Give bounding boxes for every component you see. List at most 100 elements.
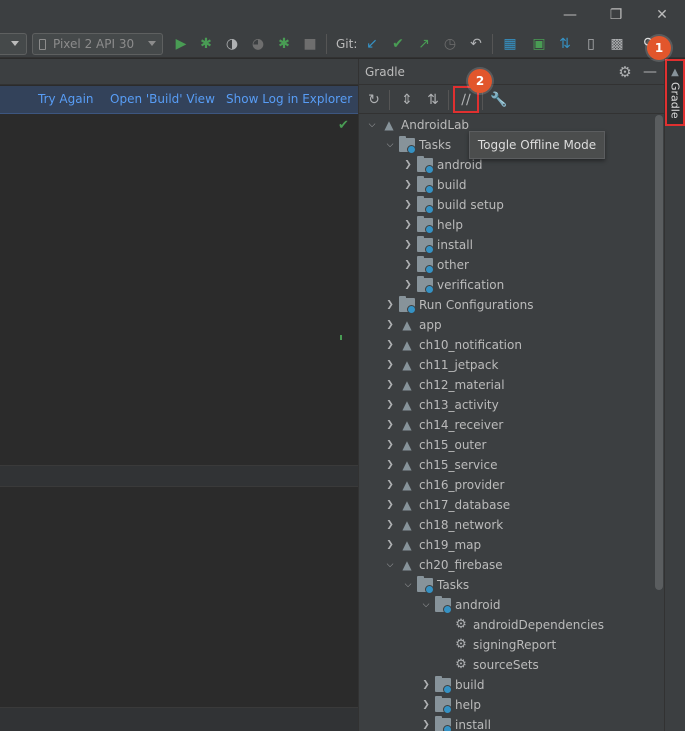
chevron-right-icon[interactable]: ❯ [383,400,397,410]
stop-icon[interactable]: ■ [299,33,321,55]
device-selector[interactable]: Pixel 2 API 30 [32,33,163,55]
chevron-right-icon[interactable]: ❯ [383,500,397,510]
chevron-right-icon[interactable]: ❯ [401,200,415,210]
chevron-down-icon[interactable]: ⌵ [365,120,379,130]
chevron-right-icon[interactable]: ❯ [383,540,397,550]
tree-scrollbar[interactable] [655,115,663,590]
tree-node[interactable]: ❯ ▲ ch18_network [383,515,503,535]
device-manager-icon[interactable]: ▯ [580,33,602,55]
toolbar-divider [389,90,390,110]
chevron-right-icon[interactable]: ❯ [401,220,415,230]
tree-node[interactable]: ❯ ▲ app [383,315,441,335]
chevron-right-icon[interactable]: ❯ [383,380,397,390]
tree-node-label: build [455,678,485,692]
tree-node[interactable]: ⌵ ▲ AndroidLab [365,115,469,135]
chevron-right-icon[interactable]: ❯ [401,160,415,170]
attach-debugger-icon[interactable]: ✱ [273,33,295,55]
gradle-tool-tab[interactable]: ▲ Gradle [665,59,685,126]
tree-node[interactable]: ❯ other [401,255,469,275]
tree-node-label: signingReport [473,638,557,652]
run-icon[interactable]: ▶ [170,33,192,55]
chevron-down-icon[interactable]: ⌵ [401,580,415,590]
tree-node[interactable]: ❯ install [419,715,491,731]
hide-panel-icon[interactable]: — [642,62,658,82]
chevron-right-icon[interactable]: ❯ [383,340,397,350]
task-folder-icon [435,596,452,614]
coverage-icon[interactable]: ◑ [221,33,243,55]
gradle-elephant-icon: ▲ [402,398,412,412]
tree-node[interactable]: ❯ build [419,675,485,695]
tree-node[interactable]: ❯ ▲ ch11_jetpack [383,355,498,375]
avd-manager-icon[interactable]: ▣ [528,33,550,55]
collapse-all-icon[interactable]: ⇅ [421,88,445,112]
chevron-right-icon[interactable]: ❯ [419,700,433,710]
build-tool-settings-icon[interactable]: 🔧 [487,88,511,112]
tree-node[interactable]: ❯ ▲ ch13_activity [383,395,499,415]
minimize-icon[interactable]: — [547,0,593,30]
rollback-icon[interactable]: ↶ [465,33,487,55]
chevron-right-icon[interactable]: ❯ [383,320,397,330]
debug-icon[interactable]: ✱ [195,33,217,55]
tree-node[interactable]: ❯ Run Configurations [383,295,533,315]
tree-node[interactable]: ❯ ▲ ch19_map [383,535,481,555]
tree-node[interactable]: ⚙ sourceSets [437,655,539,675]
chevron-right-icon[interactable]: ❯ [401,280,415,290]
tree-node[interactable]: ❯ ▲ ch16_provider [383,475,504,495]
chevron-right-icon[interactable]: ❯ [401,260,415,270]
chevron-right-icon[interactable]: ❯ [401,180,415,190]
open-build-view-link[interactable]: Open 'Build' View [110,92,215,106]
chevron-down-icon[interactable]: ⌵ [383,140,397,150]
tree-node[interactable]: ⚙ androidDependencies [437,615,604,635]
tree-node[interactable]: ⚙ signingReport [437,635,556,655]
chevron-right-icon[interactable]: ❯ [401,240,415,250]
tree-node[interactable]: ❯ install [401,235,473,255]
build-output-area [0,115,358,465]
try-again-link[interactable]: Try Again [38,92,94,106]
tree-node[interactable]: ❯ ▲ ch15_service [383,455,497,475]
push-icon[interactable]: ↗ [413,33,435,55]
tree-node[interactable]: ❯ verification [401,275,504,295]
sync-gradle-icon[interactable]: ⇅ [554,33,576,55]
success-check-icon: ✔ [338,118,349,133]
chevron-down-icon[interactable]: ⌵ [419,600,433,610]
tree-node[interactable]: ❯ build setup [401,195,504,215]
tree-node[interactable]: ⌵ ▲ ch20_firebase [383,555,503,575]
config-dropdown[interactable] [0,33,27,55]
chevron-right-icon[interactable]: ❯ [383,420,397,430]
chevron-right-icon[interactable]: ❯ [383,480,397,490]
chevron-right-icon[interactable]: ❯ [419,720,433,730]
tree-node-label: ch12_material [419,378,505,392]
tree-node[interactable]: ❯ ▲ ch14_receiver [383,415,503,435]
tree-node[interactable]: ⌵ Tasks [401,575,469,595]
tree-node[interactable]: ⌵ android [419,595,501,615]
chevron-right-icon[interactable]: ❯ [419,680,433,690]
tree-node[interactable]: ❯ help [401,215,463,235]
tree-node[interactable]: ⌵ Tasks [383,135,451,155]
tree-node[interactable]: ❯ build [401,175,467,195]
restore-icon[interactable]: ❐ [593,0,639,30]
update-project-icon[interactable]: ↙ [361,33,383,55]
chevron-right-icon[interactable]: ❯ [383,520,397,530]
chevron-right-icon[interactable]: ❯ [383,360,397,370]
close-icon[interactable]: ✕ [639,0,685,30]
reload-gradle-icon[interactable]: ↻ [362,88,386,112]
chevron-right-icon[interactable]: ❯ [383,300,397,310]
commit-icon[interactable]: ✔ [387,33,409,55]
tree-node[interactable]: ❯ help [419,695,481,715]
tree-node[interactable]: ❯ ▲ ch10_notification [383,335,522,355]
gear-icon[interactable]: ⚙ [615,62,635,82]
tree-node[interactable]: ❯ ▲ ch17_database [383,495,510,515]
show-log-link[interactable]: Show Log in Explorer [226,92,352,106]
expand-all-icon[interactable]: ⇕ [395,88,419,112]
profile-icon[interactable]: ◕ [247,33,269,55]
chevron-right-icon[interactable]: ❯ [383,460,397,470]
chevron-right-icon[interactable]: ❯ [383,440,397,450]
panel-splitter[interactable] [0,465,358,487]
chevron-down-icon[interactable]: ⌵ [383,560,397,570]
gradle-elephant-icon: ▲ [402,478,412,492]
history-icon[interactable]: ◷ [439,33,461,55]
tree-node[interactable]: ❯ ▲ ch15_outer [383,435,486,455]
sdk-manager-icon[interactable]: ▩ [606,33,628,55]
tree-node[interactable]: ❯ ▲ ch12_material [383,375,505,395]
project-structure-icon[interactable]: ▦ [499,33,521,55]
